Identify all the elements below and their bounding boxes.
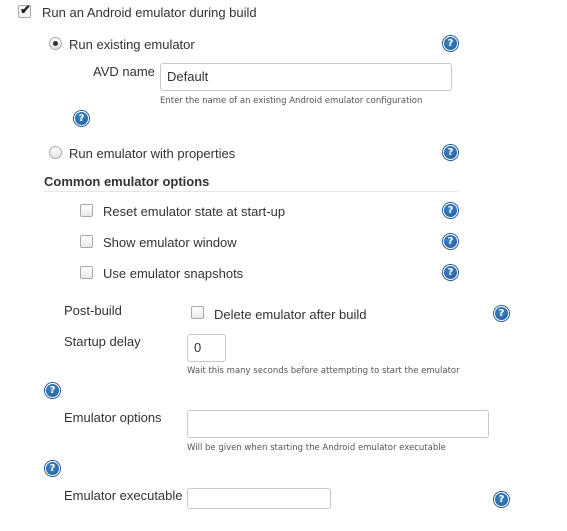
- run-with-properties-label: Run emulator with properties: [69, 146, 236, 161]
- emulator-options-hint: Will be given when starting the Android …: [187, 443, 446, 453]
- help-icon[interactable]: ?: [45, 383, 60, 398]
- help-icon[interactable]: ?: [45, 461, 60, 476]
- run-with-properties-radio[interactable]: [49, 146, 62, 159]
- delete-emulator-label: Delete emulator after build: [214, 307, 367, 322]
- checkmark-icon: ✔: [20, 2, 31, 17]
- startup-delay-input[interactable]: 0: [187, 334, 226, 362]
- emulator-options-input[interactable]: [187, 410, 489, 438]
- emulator-executable-input[interactable]: [187, 488, 331, 509]
- show-window-label: Show emulator window: [103, 235, 237, 250]
- delete-emulator-checkbox[interactable]: [191, 306, 204, 319]
- help-icon[interactable]: ?: [494, 306, 509, 321]
- run-existing-label: Run existing emulator: [69, 37, 195, 52]
- use-snapshots-label: Use emulator snapshots: [103, 266, 244, 281]
- help-icon[interactable]: ?: [443, 203, 458, 218]
- startup-delay-hint: Wait this many seconds before attempting…: [187, 366, 460, 376]
- help-icon[interactable]: ?: [443, 145, 458, 160]
- help-icon[interactable]: ?: [443, 265, 458, 280]
- help-icon[interactable]: ?: [494, 492, 509, 507]
- section-divider: [44, 191, 458, 192]
- post-build-label: Post-build: [64, 303, 122, 318]
- avd-name-input[interactable]: Default: [160, 63, 452, 91]
- avd-name-hint: Enter the name of an existing Android em…: [160, 96, 423, 106]
- emulator-executable-label: Emulator executable: [64, 488, 183, 503]
- reset-state-label: Reset emulator state at start-up: [103, 204, 286, 219]
- avd-name-label: AVD name: [93, 64, 155, 79]
- run-existing-radio[interactable]: [49, 37, 62, 50]
- startup-delay-label: Startup delay: [64, 334, 141, 349]
- emulator-options-label: Emulator options: [64, 410, 162, 425]
- run-emulator-checkbox[interactable]: ✔: [18, 2, 31, 18]
- show-window-checkbox[interactable]: [80, 235, 93, 248]
- help-icon[interactable]: ?: [74, 111, 89, 126]
- reset-state-checkbox[interactable]: [80, 204, 93, 217]
- help-icon[interactable]: ?: [443, 36, 458, 51]
- use-snapshots-checkbox[interactable]: [80, 266, 93, 279]
- help-icon[interactable]: ?: [443, 234, 458, 249]
- run-emulator-label: Run an Android emulator during build: [42, 5, 257, 20]
- common-options-heading: Common emulator options: [44, 174, 210, 189]
